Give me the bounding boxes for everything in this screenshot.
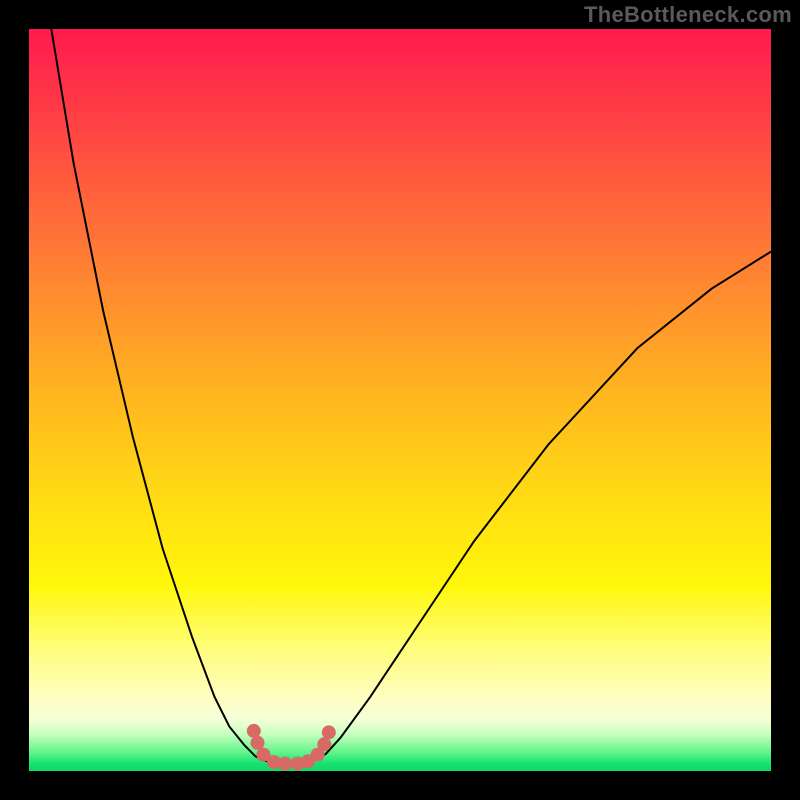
curve-layer [29,29,771,771]
watermark-text: TheBottleneck.com [584,2,792,28]
plot-area [29,29,771,771]
curve-marker [322,725,336,739]
chart-frame: TheBottleneck.com [0,0,800,800]
curve-marker [317,737,331,751]
curve-marker [247,724,261,738]
bottleneck-curve [51,29,771,764]
bottleneck-path [51,29,771,764]
curve-marker [251,736,265,750]
marker-group [247,724,336,771]
curve-marker [278,757,292,771]
